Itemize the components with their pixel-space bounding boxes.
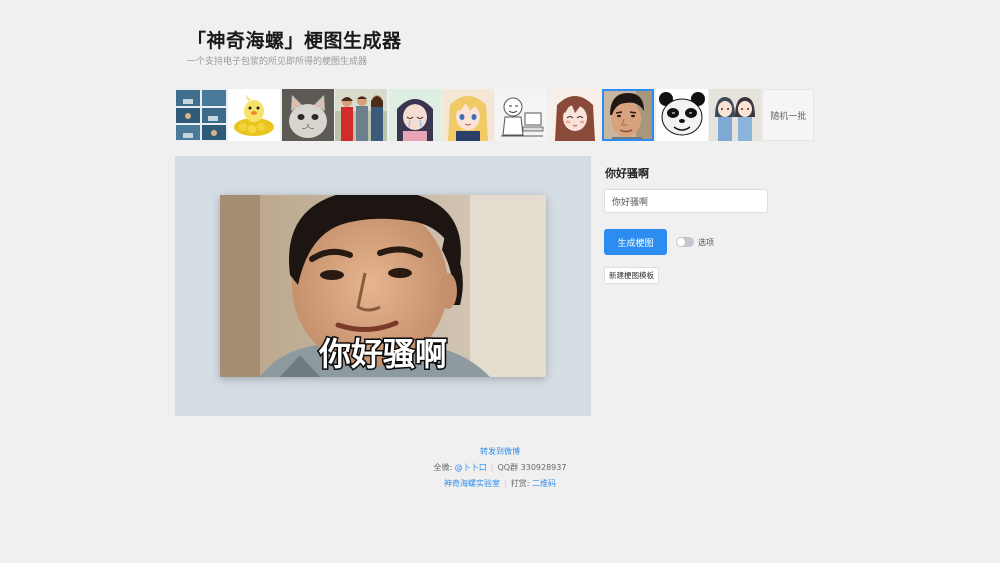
template-strip: 随机一批 xyxy=(175,89,815,141)
template-thumb-selected[interactable] xyxy=(602,89,655,141)
template-thumb[interactable] xyxy=(548,89,601,141)
tip-prefix: 打赏: xyxy=(510,479,530,488)
page-subtitle: 一个支持电子包浆的所见即所得的梗图生成器 xyxy=(187,57,368,67)
divider: | xyxy=(504,479,507,488)
random-batch-button[interactable]: 随机一批 xyxy=(762,89,815,141)
editor-panel: 你好骚啊 生成梗图 选项 新建梗图模板 xyxy=(604,156,804,284)
caption-field-label: 你好骚啊 xyxy=(605,167,649,180)
meme-image: 你好骚啊 xyxy=(220,195,546,377)
template-thumb[interactable] xyxy=(495,89,548,141)
author-link[interactable]: @卜卜口 xyxy=(455,463,487,472)
share-weibo-link[interactable]: 转发到微博 xyxy=(480,447,520,456)
template-thumb[interactable] xyxy=(335,89,388,141)
template-thumb[interactable] xyxy=(441,89,494,141)
meme-preview: 你好骚啊 xyxy=(175,156,591,416)
divider: | xyxy=(490,463,494,472)
page-title: 「神奇海螺」梗图生成器 xyxy=(187,30,402,52)
new-template-button[interactable]: 新建梗图模板 xyxy=(604,267,659,284)
template-thumb[interactable] xyxy=(708,89,761,141)
action-row: 生成梗图 选项 xyxy=(604,229,804,255)
meme-caption: 你好骚啊 xyxy=(317,334,448,375)
caption-input[interactable] xyxy=(604,189,768,213)
generate-button[interactable]: 生成梗图 xyxy=(604,229,667,255)
options-toggle[interactable] xyxy=(676,237,694,247)
template-thumb[interactable] xyxy=(281,89,334,141)
qq-group: QQ群 330928937 xyxy=(497,463,567,472)
page-header: 「神奇海螺」梗图生成器 一个支持电子包浆的所见即所得的梗图生成器 xyxy=(187,26,402,67)
template-thumb[interactable] xyxy=(228,89,281,141)
qrcode-link[interactable]: 二维码 xyxy=(532,479,556,488)
lab-link[interactable]: 神奇海螺实验室 xyxy=(444,479,500,488)
template-thumb[interactable] xyxy=(175,89,227,141)
template-thumb[interactable] xyxy=(655,89,708,141)
template-thumb[interactable] xyxy=(388,89,441,141)
author-prefix: 全微: xyxy=(433,463,453,472)
footer: 转发到微博 全微: @卜卜口 | QQ群 330928937 神奇海螺实验室 | 打赏:… xyxy=(0,444,1000,492)
options-toggle-label: 选项 xyxy=(698,237,714,247)
